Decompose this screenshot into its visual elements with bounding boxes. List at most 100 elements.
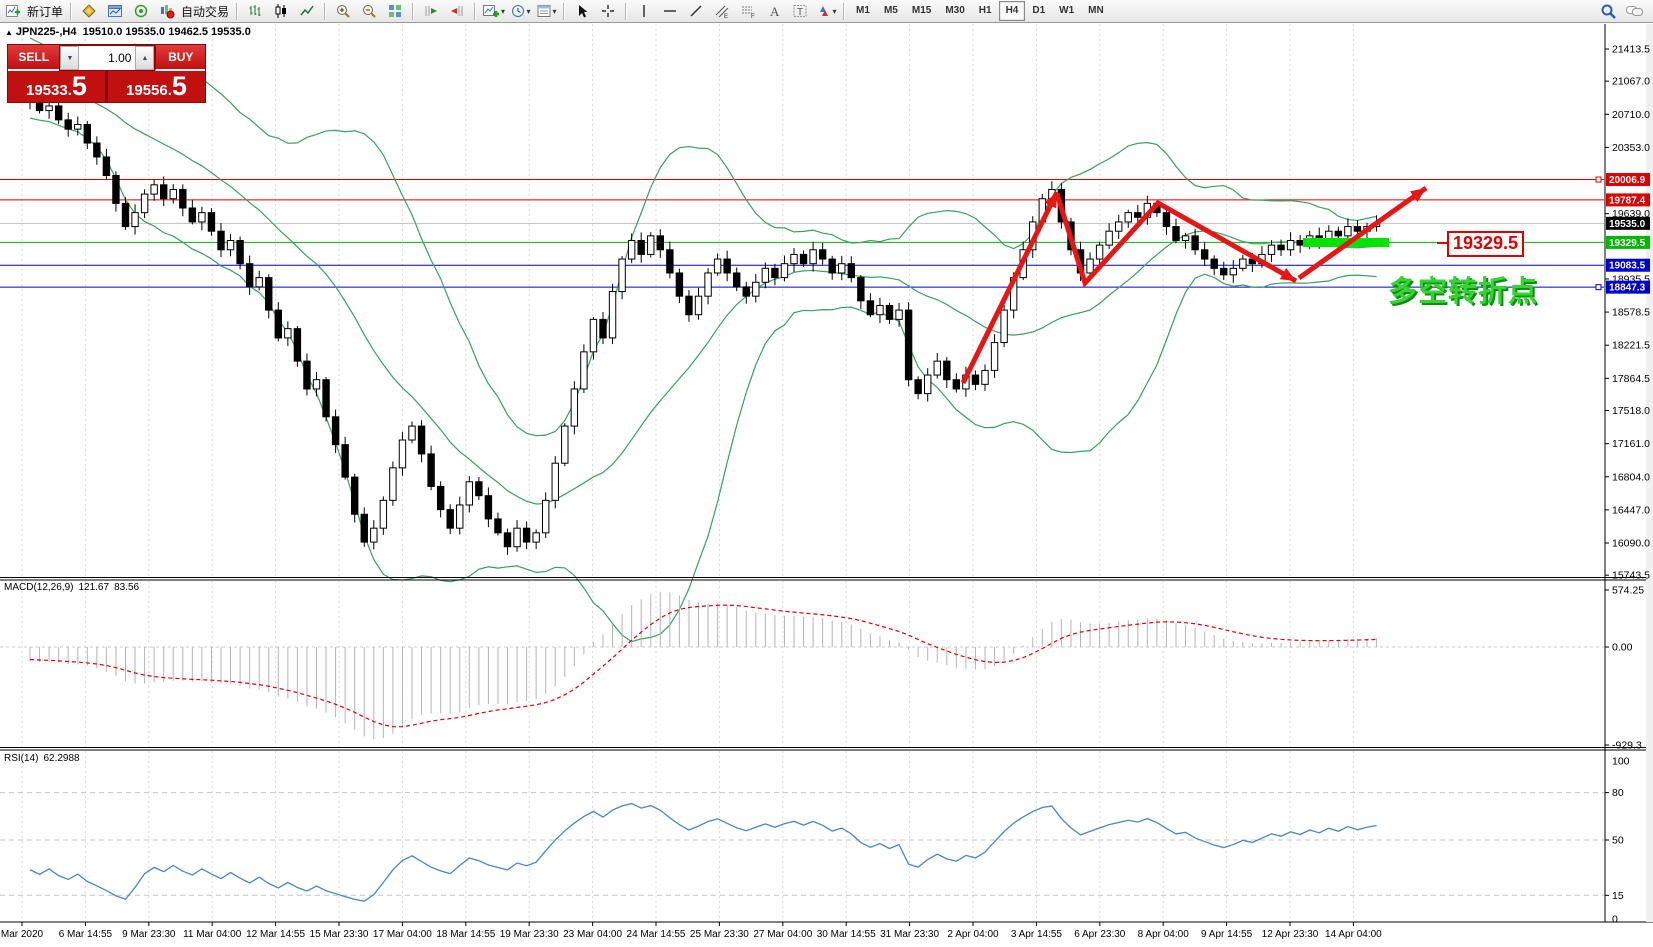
toolbar: 新订单 自动交易 ▾ ▾ ▾	[0, 0, 1653, 23]
candlestick-chart-icon[interactable]	[268, 1, 294, 21]
sell-price[interactable]: 19533.5	[8, 71, 108, 102]
time-tick-label: 23 Mar 04:00	[563, 929, 622, 940]
vertical-line-tool-icon[interactable]	[631, 1, 657, 21]
trendline-tool-icon[interactable]	[683, 1, 709, 21]
candles-layer	[27, 94, 1380, 555]
price-tick-label: 17864.5	[1612, 373, 1650, 385]
rsi-name: RSI(14)	[4, 753, 38, 764]
one-click-trading-panel: SELL ▼ ▲ BUY 19533.5 19556.5	[7, 44, 206, 103]
buy-price[interactable]: 19556.5	[108, 71, 205, 102]
timeframe-button-h1[interactable]: H1	[972, 1, 999, 21]
time-tick-label: 24 Mar 14:55	[627, 929, 686, 940]
time-tick-label: 15 Mar 23:30	[310, 929, 369, 940]
price-level-label: 19535.0	[1609, 219, 1646, 230]
time-tick-label: 2 Apr 04:00	[947, 929, 999, 940]
price-tick-label: 20353.0	[1612, 142, 1650, 154]
svg-text:E: E	[724, 14, 728, 19]
price-level-label: 19787.4	[1609, 195, 1646, 206]
volume-increase-button[interactable]: ▲	[135, 46, 154, 70]
time-tick-label: 11 Mar 04:00	[183, 929, 242, 940]
text-tool-icon[interactable]: A	[761, 1, 787, 21]
line-handle[interactable]	[1596, 177, 1601, 182]
time-tick-label: 12 Apr 23:30	[1262, 929, 1319, 940]
new-order-label[interactable]: 新订单	[27, 3, 63, 20]
time-tick-label: 6 Apr 23:30	[1074, 929, 1126, 940]
auto-scroll-icon[interactable]	[418, 1, 444, 21]
chart-symbol-period: JPN225-,H4	[16, 26, 77, 38]
volume-input[interactable]	[79, 46, 135, 70]
rsi-value: 62.2988	[43, 753, 79, 764]
macd-histogram	[30, 592, 1377, 740]
price-tick-label: 16804.0	[1612, 471, 1650, 483]
search-icon[interactable]	[1595, 1, 1621, 21]
chart-expander-icon[interactable]: ▲	[5, 28, 13, 37]
gold-badge-icon[interactable]	[76, 1, 102, 21]
price-level-label: 18847.3	[1609, 283, 1646, 294]
chart-title: ▲JPN225-,H4 19510.0 19535.0 19462.5 1953…	[5, 26, 251, 38]
timeframe-group: M1M5M15M30H1H4D1W1MN	[849, 1, 1111, 21]
sell-price-fraction: 5	[72, 72, 87, 100]
macd-value-signal: 83.56	[114, 582, 139, 593]
fibonacci-tool-icon[interactable]: F	[735, 1, 761, 21]
toolbar-separator	[843, 3, 845, 20]
zoom-in-icon[interactable]	[330, 1, 356, 21]
autotrading-icon[interactable]	[154, 1, 180, 21]
macd-value-main: 121.67	[78, 582, 109, 593]
rsi-scale-label: 50	[1612, 835, 1624, 847]
macd-signal-line	[30, 605, 1377, 727]
rsi-scale-label: 15	[1612, 890, 1624, 902]
rsi-indicator-label: RSI(14) 62.2988	[4, 753, 85, 764]
timeframe-button-d1[interactable]: D1	[1025, 1, 1052, 21]
macd-scale-label: 574.25	[1612, 585, 1644, 597]
buy-button[interactable]: BUY	[155, 45, 205, 71]
macd-indicator-label: MACD(12,26,9)121.6783.56	[4, 582, 144, 593]
new-order-button[interactable]	[0, 1, 26, 21]
price-tick-label: 20710.0	[1612, 109, 1650, 121]
text-label-tool-icon[interactable]: T	[787, 1, 813, 21]
charts-window-icon[interactable]	[102, 1, 128, 21]
price-tick-label: 16447.0	[1612, 504, 1650, 516]
period-clock-icon[interactable]: ▾	[507, 1, 533, 21]
dropdown-caret-icon: ▾	[553, 7, 557, 16]
line-handle[interactable]	[1596, 285, 1601, 290]
timeframe-button-h4[interactable]: H4	[999, 1, 1026, 21]
channel-tool-icon[interactable]: E	[709, 1, 735, 21]
line-chart-icon[interactable]	[294, 1, 320, 21]
autotrading-label[interactable]: 自动交易	[181, 3, 229, 20]
time-tick-label: 9 Mar 23:30	[122, 929, 176, 940]
timeframe-button-mn[interactable]: MN	[1081, 1, 1111, 21]
price-tick-label: 18221.5	[1612, 340, 1650, 352]
toolbar-separator	[474, 3, 476, 20]
cursor-icon[interactable]	[569, 1, 595, 21]
timeframe-button-m30[interactable]: M30	[938, 1, 971, 21]
timeframe-button-m15[interactable]: M15	[905, 1, 938, 21]
signal-icon[interactable]	[128, 1, 154, 21]
time-tick-label: 31 Mar 23:30	[880, 929, 939, 940]
zoom-out-icon[interactable]	[356, 1, 382, 21]
tile-windows-icon[interactable]	[382, 1, 408, 21]
dropdown-caret-icon: ▾	[527, 7, 531, 16]
shapes-tool-icon[interactable]: ▾	[813, 1, 839, 21]
chart-shift-icon[interactable]	[444, 1, 470, 21]
buy-price-fraction: 5	[172, 72, 187, 100]
chart-canvas[interactable]: 21413.521067.020710.020353.019639.018935…	[0, 0, 1653, 947]
horizontal-line-tool-icon[interactable]	[657, 1, 683, 21]
grid-layer	[22, 24, 1353, 921]
bar-chart-icon[interactable]	[242, 1, 268, 21]
chat-icon[interactable]	[1621, 1, 1647, 21]
timeframe-button-m5[interactable]: M5	[877, 1, 905, 21]
toolbar-separator	[625, 3, 627, 20]
sell-price-main: 19533	[26, 77, 68, 105]
turning-point-annotation: 多空转折点	[1388, 268, 1538, 310]
timeframe-button-m1[interactable]: M1	[849, 1, 877, 21]
timeframe-button-w1[interactable]: W1	[1052, 1, 1081, 21]
crosshair-icon[interactable]	[595, 1, 621, 21]
sell-button[interactable]: SELL	[8, 45, 59, 71]
time-tick-label: 12 Mar 14:55	[246, 929, 305, 940]
volume-decrease-button[interactable]: ▼	[60, 46, 79, 70]
dropdown-caret-icon: ▾	[501, 7, 505, 16]
new-chart-icon[interactable]: ▾	[480, 1, 507, 21]
time-tick-label: 9 Apr 14:55	[1201, 929, 1253, 940]
bollinger-lower-line	[30, 118, 1377, 642]
template-icon[interactable]: ▾	[533, 1, 559, 21]
